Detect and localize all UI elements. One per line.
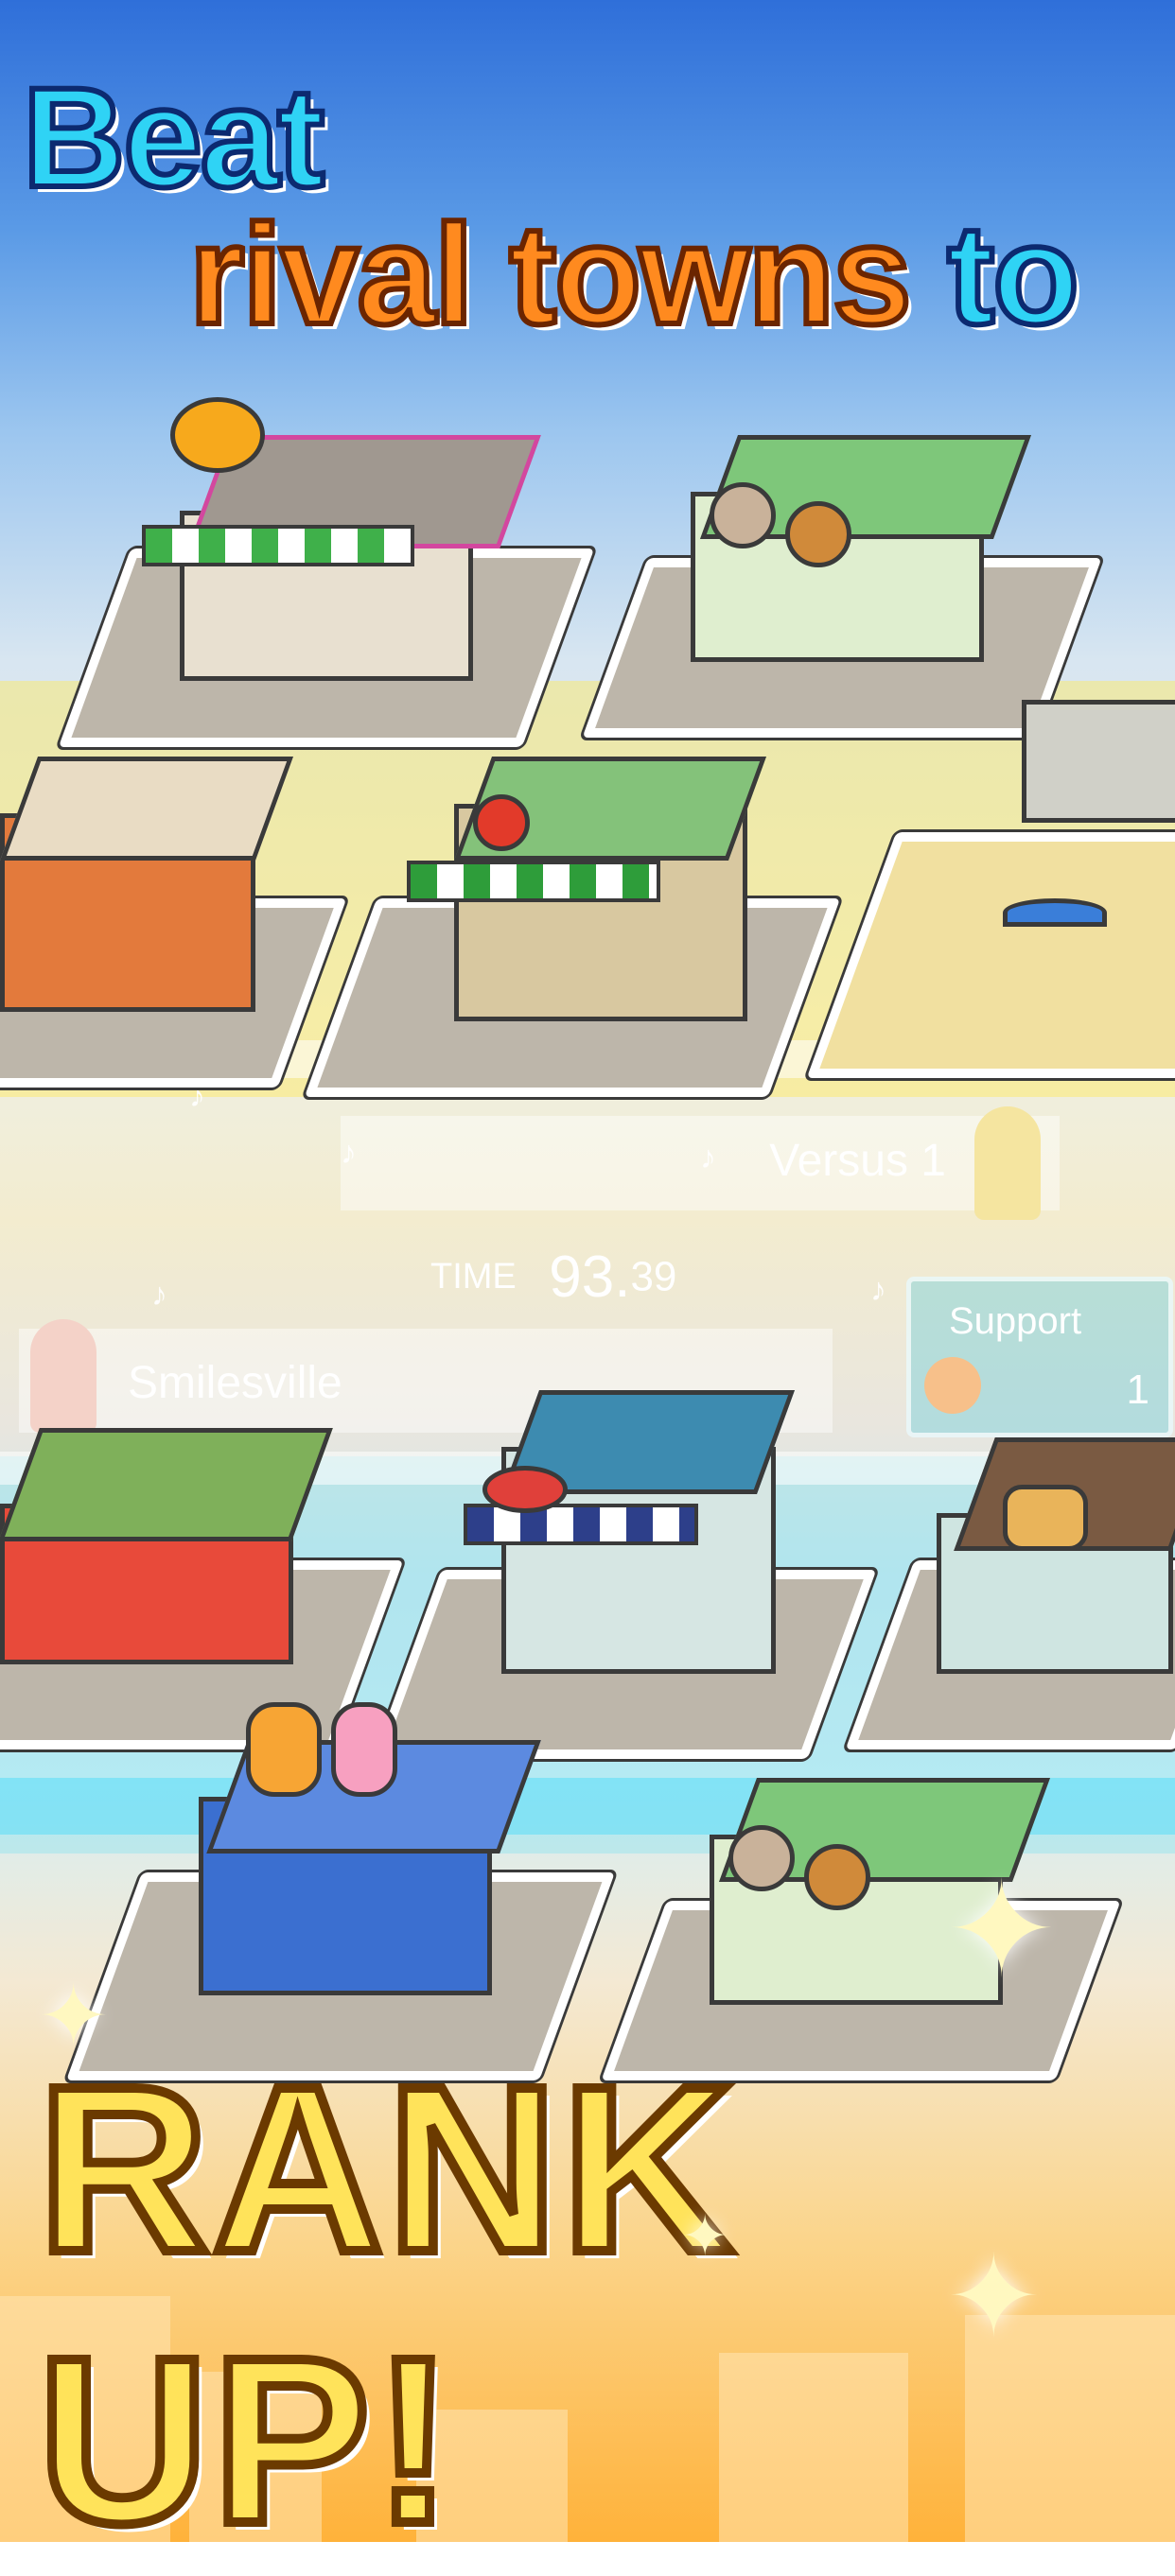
- time-fraction: 39: [630, 1253, 677, 1300]
- opponent-avatar: [974, 1106, 1041, 1220]
- ramen-shop-building: [0, 1400, 404, 1749]
- sparkle-icon: ✦: [681, 2204, 729, 2268]
- headline-rival-towns: rival towns: [186, 195, 915, 354]
- sparkle-icon: ✦: [946, 2234, 1042, 2360]
- flower-shop-building: [58, 397, 595, 747]
- dog-sign: [785, 501, 851, 567]
- headline-line-1: Beat: [20, 58, 327, 217]
- bakery-building: [845, 1400, 1175, 1759]
- versus-label: Versus 1: [769, 1136, 946, 1186]
- time-value: 93.: [549, 1244, 631, 1310]
- sparkle-icon: ✦: [946, 1855, 1058, 2004]
- music-note-icon: ♪: [151, 1277, 167, 1313]
- grocery-store-building: [304, 700, 841, 1097]
- time-label: TIME: [430, 1257, 517, 1297]
- toy-store-building: [65, 1702, 616, 2080]
- headline-to: to: [944, 195, 1082, 354]
- sparkle-icon: ✦: [38, 1970, 110, 2064]
- support-label: Support: [949, 1300, 1082, 1342]
- music-note-icon: ♪: [870, 1272, 886, 1308]
- fish-market-building: [372, 1362, 877, 1759]
- headline-line-2: rival towns to: [186, 200, 1082, 348]
- cat-sign: [710, 482, 776, 548]
- beach-resort-building: [806, 662, 1175, 1097]
- timer: TIME 93.39: [430, 1244, 676, 1311]
- music-note-icon: ♪: [341, 1135, 357, 1171]
- music-note-icon: ♪: [700, 1140, 716, 1175]
- cafe-building: [0, 738, 347, 1097]
